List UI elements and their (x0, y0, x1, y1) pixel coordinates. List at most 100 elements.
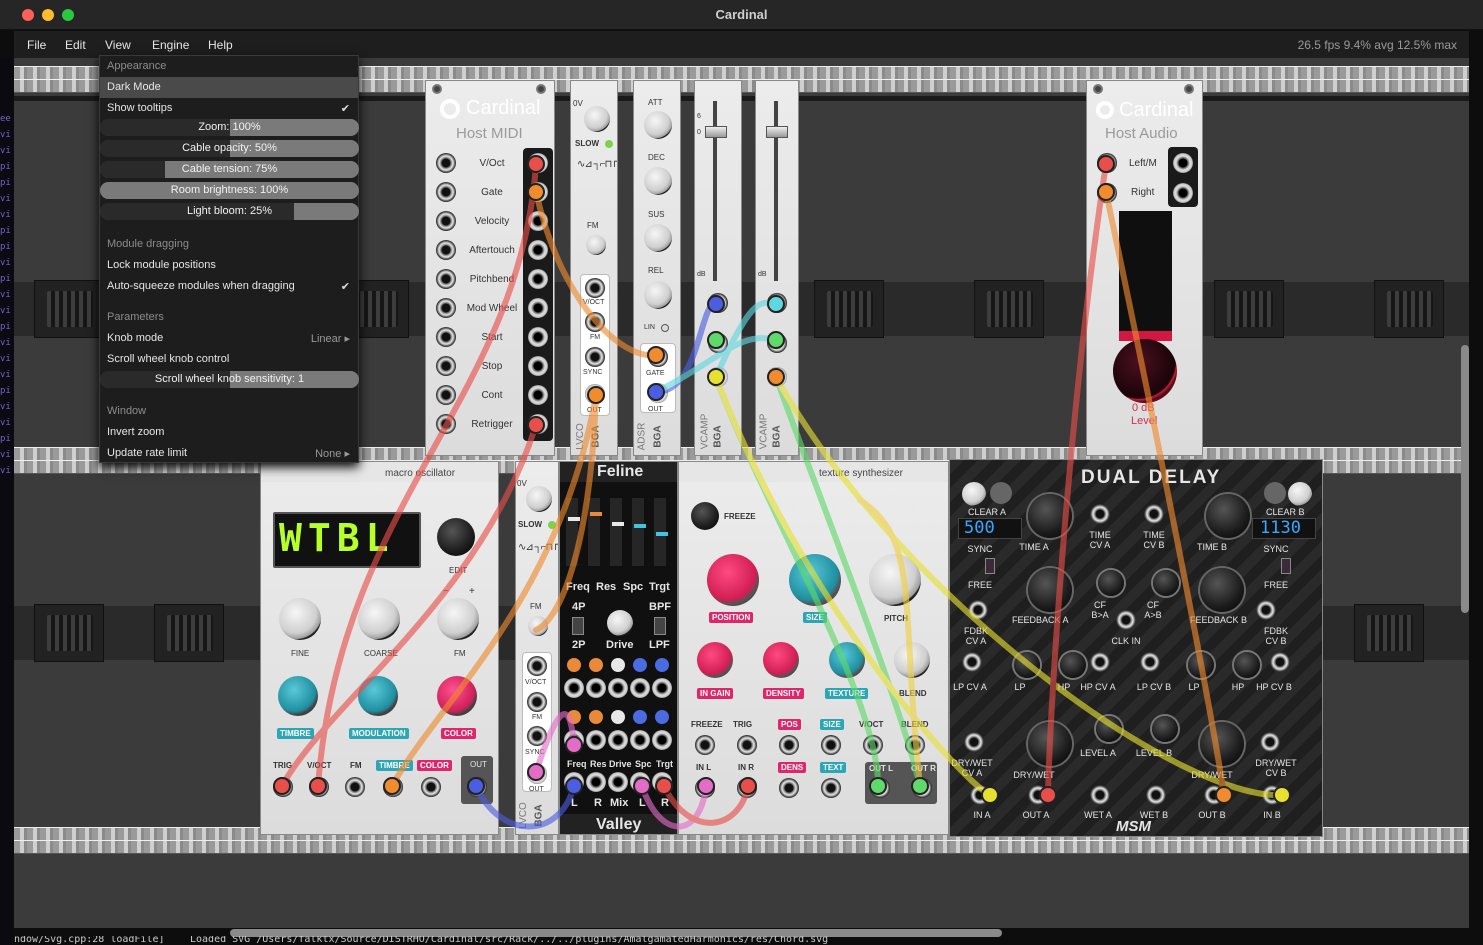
feline-cv-jack[interactable] (564, 730, 584, 750)
delay-jack[interactable] (1270, 652, 1290, 672)
menu-engine[interactable]: Engine (152, 38, 189, 52)
adsr-gate-jack[interactable] (648, 347, 668, 367)
menu-slider-3[interactable]: Room brightness: 100% (100, 182, 359, 199)
vcamp-2-out-jack[interactable] (767, 367, 787, 387)
macro-fm-jack[interactable] (345, 777, 365, 797)
macro-timbre-jack[interactable] (383, 777, 403, 797)
feline-cv-jack[interactable] (586, 678, 606, 698)
adsr-decay-knob[interactable] (644, 167, 672, 195)
time-b-knob[interactable] (1206, 494, 1250, 538)
macro-edit-knob[interactable] (437, 518, 475, 556)
feline-drive-knob[interactable] (607, 610, 633, 636)
lvco-fm-knob[interactable] (586, 235, 606, 255)
feline-slider-thumb[interactable] (568, 517, 580, 521)
macro-fm-knob[interactable] (437, 598, 479, 640)
lvco2-fm-jack[interactable] (527, 692, 547, 712)
vcamp-1-module[interactable]: 6 0 dB VCAMP BGA (694, 80, 742, 456)
clear-a-jack[interactable] (962, 482, 986, 506)
feline-slider-thumb[interactable] (656, 532, 668, 536)
density-knob[interactable] (763, 642, 799, 678)
midi-output-jack[interactable] (528, 153, 548, 173)
delay-jack[interactable] (1260, 732, 1280, 752)
midi-output-jack[interactable] (528, 211, 548, 231)
feline-cv-jack[interactable] (630, 772, 650, 792)
delay-jack[interactable] (1204, 785, 1224, 805)
delay-jack[interactable] (962, 652, 982, 672)
feline-attenuator-knob[interactable] (633, 710, 647, 724)
audio-right-jack[interactable] (1097, 183, 1117, 203)
delay-jack[interactable] (1116, 610, 1136, 630)
texture-cv-jack[interactable] (863, 735, 883, 755)
macro-out-jack[interactable] (467, 777, 487, 797)
macro-trig-jack[interactable] (273, 777, 293, 797)
feline-cv-jack[interactable] (652, 678, 672, 698)
lvco2-out-jack[interactable] (527, 764, 547, 784)
menu-item-invert-zoom[interactable]: Invert zoom (100, 422, 358, 443)
blend-knob[interactable] (894, 642, 930, 678)
midi-input-jack[interactable] (436, 385, 456, 405)
feline-attenuator-knob[interactable] (589, 658, 603, 672)
menu-help[interactable]: Help (208, 38, 233, 52)
delay-jack[interactable] (1028, 785, 1048, 805)
feline-cv-jack[interactable] (586, 772, 606, 792)
texture-cv-jack[interactable] (779, 735, 799, 755)
texture-cv-jack[interactable] (821, 735, 841, 755)
clear-b-jack[interactable] (1288, 482, 1312, 506)
midi-input-jack[interactable] (436, 240, 456, 260)
midi-output-jack[interactable] (528, 269, 548, 289)
midi-input-jack[interactable] (436, 182, 456, 202)
feline-cv-jack[interactable] (564, 772, 584, 792)
adsr-sustain-knob[interactable] (644, 224, 672, 252)
midi-output-jack[interactable] (528, 356, 548, 376)
delay-jack[interactable] (1140, 652, 1160, 672)
audio-left-jack[interactable] (1097, 153, 1117, 173)
audio-out-left-jack[interactable] (1173, 153, 1193, 173)
menu-slider-2[interactable]: Cable tension: 75% (100, 161, 359, 178)
vcamp-1-fader[interactable] (705, 126, 727, 138)
view-menu[interactable]: Appearance Dark Mode Show tooltips ✔ Modu… (99, 55, 359, 463)
delay-jack[interactable] (1144, 504, 1164, 524)
feline-attenuator-knob[interactable] (567, 658, 581, 672)
vcamp-2-cv-jack[interactable] (767, 293, 787, 313)
dual-delay-module[interactable]: DUAL DELAY CLEAR A CLEAR B 500 1130 MSM … (949, 459, 1323, 837)
lp-a-knob[interactable] (1014, 652, 1040, 678)
delay-jack[interactable] (1146, 785, 1166, 805)
feline-cv-jack[interactable] (630, 730, 650, 750)
midi-input-jack[interactable] (436, 211, 456, 231)
feline-cv-jack[interactable] (652, 772, 672, 792)
macro-color-jack[interactable] (421, 777, 441, 797)
macro-modulation-knob[interactable] (358, 676, 398, 716)
macro-voct-jack[interactable] (309, 777, 329, 797)
lvco-mid-module[interactable]: 0V SLOW ∿⊿ ┐⌐⊓ ⊓⊔ FM V/OCT FM SYNC OUT L… (515, 461, 559, 835)
time-a-knob[interactable] (1028, 494, 1072, 538)
menu-file[interactable]: File (27, 38, 46, 52)
menu-item-scroll-wheel-knob-control[interactable]: Scroll wheel knob control (100, 349, 358, 370)
midi-output-jack[interactable] (528, 414, 548, 434)
macro-timbre-knob[interactable] (278, 676, 318, 716)
dry-wet-b-knob[interactable] (1200, 722, 1244, 766)
host-midi-module[interactable]: Cardinal Host MIDI V/Oct Gate Velocity Afte… (425, 80, 555, 456)
vcamp-2-fader[interactable] (766, 126, 788, 138)
midi-input-jack[interactable] (436, 153, 456, 173)
midi-output-jack[interactable] (528, 327, 548, 347)
in-gain-knob[interactable] (697, 642, 733, 678)
menu-item-update-rate-limit[interactable]: Update rate limit None ▸ (100, 443, 358, 464)
adsr-attack-knob[interactable] (644, 111, 672, 139)
delay-jack[interactable] (964, 732, 984, 752)
texture-audio-jack[interactable] (821, 778, 841, 798)
feline-cv-jack[interactable] (608, 772, 628, 792)
vcamp-2-module[interactable]: dB VCAMP BGA (755, 80, 799, 456)
delay-jack[interactable] (1090, 652, 1110, 672)
menu-item-auto-squeeze[interactable]: Auto-squeeze modules when dragging ✔ (100, 276, 358, 297)
feline-attenuator-knob[interactable] (589, 710, 603, 724)
feedback-a-knob[interactable] (1028, 568, 1072, 612)
lvco2-voct-jack[interactable] (527, 656, 547, 676)
hp-a-knob[interactable] (1060, 652, 1086, 678)
vcamp-1-in-jack[interactable] (708, 333, 728, 353)
delay-jack[interactable] (970, 785, 990, 805)
lp-b-knob[interactable] (1188, 652, 1214, 678)
texture-out-r-jack[interactable] (912, 778, 932, 798)
menu-item-dark-mode[interactable]: Dark Mode (100, 77, 358, 98)
macro-fine-knob[interactable] (279, 598, 321, 640)
sync-a-switch[interactable] (985, 558, 995, 574)
